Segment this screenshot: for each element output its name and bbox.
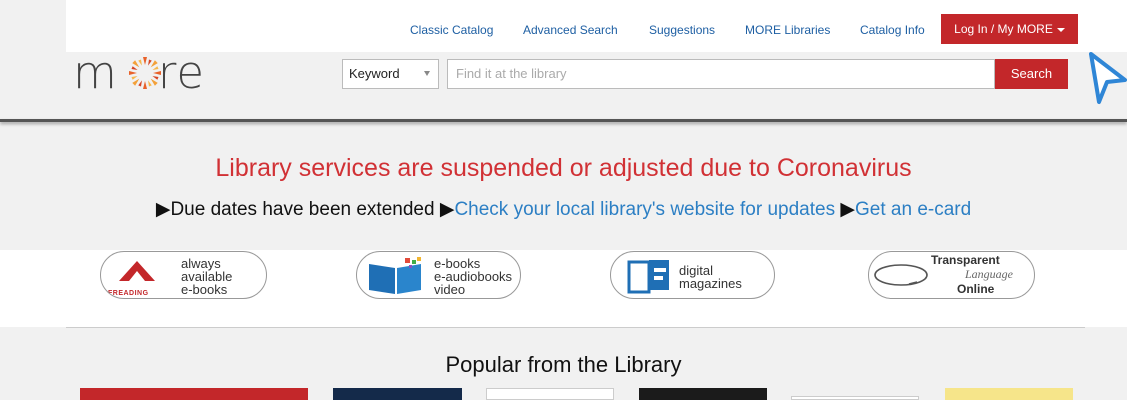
header-divider (0, 119, 1127, 122)
triangle-right-icon: ▶ (439, 199, 455, 220)
mouse-cursor-icon (1089, 52, 1127, 104)
freading-logo-icon (119, 261, 155, 281)
nav-more-libraries[interactable]: MORE Libraries (745, 23, 830, 37)
transparent-line-2: Language (965, 267, 1013, 281)
book-cover[interactable] (945, 388, 1073, 400)
search-input[interactable]: Find it at the library (447, 59, 995, 89)
alert-due-dates: Due dates have been extended (170, 199, 435, 220)
triangle-right-icon: ▶ (155, 199, 171, 220)
book-cover[interactable] (791, 396, 919, 400)
triangle-right-icon: ▶ (840, 199, 855, 220)
transparent-line-3: Online (957, 282, 995, 296)
sun-logo-icon (129, 57, 161, 89)
nav-catalog-info[interactable]: Catalog Info (860, 23, 925, 37)
more-logo[interactable]: m re (73, 48, 253, 98)
caret-down-icon (1056, 27, 1065, 32)
chevron-down-icon (424, 71, 430, 76)
transparent-language-service[interactable]: Transparent Language Online (868, 251, 1035, 299)
freading-line-3: e-books (181, 282, 228, 297)
ebooks-line-3: video (434, 282, 466, 297)
section-divider (66, 327, 1085, 328)
coronavirus-alert-title: Library services are suspended or adjust… (215, 154, 912, 182)
speech-bubble-icon (874, 264, 928, 286)
magazines-service[interactable]: digital magazines (610, 251, 775, 299)
freading-service[interactable]: FREADING always available e-books (100, 251, 267, 299)
e-card-link[interactable]: Get an e-card (855, 199, 971, 220)
alert-links: ▶Due dates have been extended ▶Check you… (0, 198, 1127, 221)
logo-text-m: m (73, 46, 118, 99)
search-button[interactable]: Search (995, 59, 1068, 89)
book-cover[interactable] (486, 388, 614, 400)
logo-text-re: re (157, 46, 206, 99)
magazines-line-2: magazines (679, 276, 742, 291)
book-cover[interactable] (333, 388, 462, 400)
login-label: Log In / My MORE (954, 22, 1053, 36)
local-library-link[interactable]: Check your local library's website for u… (454, 199, 835, 220)
nav-classic-catalog[interactable]: Classic Catalog (410, 23, 493, 37)
book-cover[interactable] (80, 388, 308, 400)
ebooks-service[interactable]: e-books e-audiobooks video (356, 251, 521, 299)
search-type-select[interactable]: Keyword (342, 59, 439, 89)
search-placeholder: Find it at the library (456, 66, 567, 81)
magazine-icon (627, 260, 669, 294)
search-type-value: Keyword (349, 66, 400, 81)
open-book-icon (369, 257, 421, 294)
transparent-line-1: Transparent (931, 253, 1000, 267)
book-cover[interactable] (639, 388, 767, 400)
login-button[interactable]: Log In / My MORE (941, 14, 1078, 44)
freading-logo-text: FREADING (108, 290, 149, 297)
popular-title: Popular from the Library (445, 352, 682, 377)
nav-advanced-search[interactable]: Advanced Search (523, 23, 618, 37)
nav-suggestions[interactable]: Suggestions (649, 23, 715, 37)
